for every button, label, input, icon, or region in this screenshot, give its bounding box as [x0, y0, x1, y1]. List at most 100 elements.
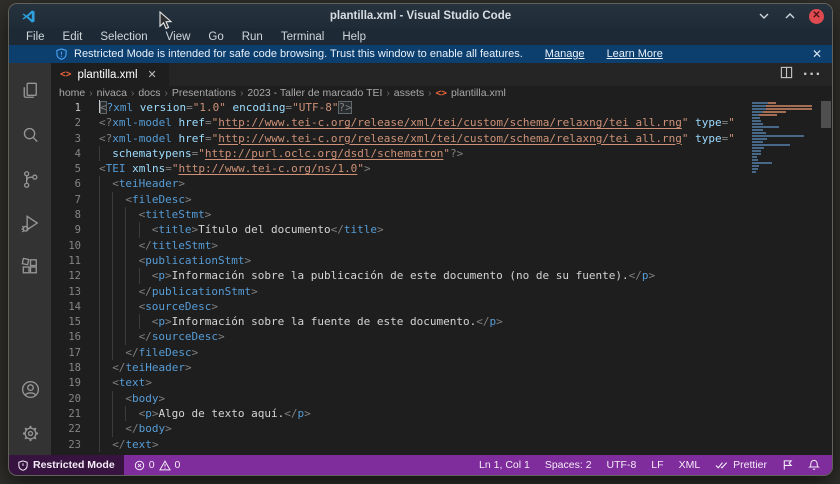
- line-number: 24: [51, 453, 81, 455]
- indent-guide: [125, 284, 138, 299]
- code-line-9[interactable]: 9<title>Título del documento</title>: [51, 222, 814, 237]
- code-line-3[interactable]: 3<?xml-model href="http://www.tei-c.org/…: [51, 131, 814, 146]
- indent-guide: [99, 360, 112, 375]
- code-line-2[interactable]: 2<?xml-model href="http://www.tei-c.org/…: [51, 115, 814, 130]
- search-icon[interactable]: [9, 113, 51, 157]
- minimize-button[interactable]: [757, 9, 771, 23]
- code-line-15[interactable]: 15<p>Información sobre la fuente de este…: [51, 314, 814, 329]
- breadcrumb-item[interactable]: assets: [394, 87, 424, 99]
- restricted-mode-status[interactable]: Restricted Mode: [9, 455, 124, 475]
- split-editor-icon[interactable]: [780, 66, 793, 84]
- source-control-icon[interactable]: [9, 157, 51, 201]
- line-number: 2: [51, 116, 81, 131]
- indent-guide: [125, 406, 138, 421]
- code-line-14[interactable]: 14<sourceDesc>: [51, 299, 814, 314]
- indent-guide: [99, 238, 112, 253]
- code-line-19[interactable]: 19<text>: [51, 375, 814, 390]
- warning-count: 0: [175, 459, 181, 471]
- indent-guide: [99, 345, 112, 360]
- indent-guide: [112, 391, 125, 406]
- line-number: 10: [51, 239, 81, 254]
- indent-guide: [125, 222, 138, 237]
- code-line-17[interactable]: 17</fileDesc>: [51, 345, 814, 360]
- code-line-13[interactable]: 13</publicationStmt>: [51, 284, 814, 299]
- breadcrumb-item[interactable]: 2023 - Taller de marcado TEI: [247, 87, 382, 99]
- explorer-icon[interactable]: [9, 69, 51, 113]
- code-line-8[interactable]: 8<titleStmt>: [51, 207, 814, 222]
- indent-guide: [125, 207, 138, 222]
- close-button[interactable]: ✕: [809, 9, 824, 24]
- eol-status[interactable]: LF: [651, 459, 663, 471]
- code-line-23[interactable]: 23</text>: [51, 437, 814, 452]
- tab-plantilla-xml[interactable]: <> plantilla.xml ✕: [51, 63, 169, 86]
- indent-guide: [139, 314, 152, 329]
- more-actions-icon[interactable]: ···: [803, 66, 822, 84]
- code-editor[interactable]: 1<?xml version="1.0" encoding="UTF-8"?>2…: [51, 100, 832, 455]
- settings-gear-icon[interactable]: [9, 411, 51, 455]
- mouse-cursor: [157, 11, 173, 31]
- indentation-status[interactable]: Spaces: 2: [545, 459, 592, 471]
- scrollbar-thumb[interactable]: [821, 101, 831, 128]
- code-line-16[interactable]: 16</sourceDesc>: [51, 329, 814, 344]
- minimap[interactable]: [752, 102, 818, 174]
- chevron-right-icon: ›: [89, 88, 92, 99]
- code-line-6[interactable]: 6<teiHeader>: [51, 176, 814, 191]
- breadcrumb-item[interactable]: Presentations: [172, 87, 236, 99]
- notifications-bell-icon[interactable]: [808, 459, 820, 471]
- encoding-status[interactable]: UTF-8: [607, 459, 637, 471]
- menu-edit[interactable]: Edit: [54, 31, 92, 43]
- cursor-position-status[interactable]: Ln 1, Col 1: [479, 459, 530, 471]
- run-and-debug-icon[interactable]: [9, 201, 51, 245]
- restricted-mode-label: Restricted Mode: [33, 459, 115, 471]
- code-line-5[interactable]: 5<TEI xmlns="http://www.tei-c.org/ns/1.0…: [51, 161, 814, 176]
- code-line-4[interactable]: 4schematypens="http://purl.oclc.org/dsdl…: [51, 146, 814, 161]
- breadcrumb-item[interactable]: docs: [138, 87, 160, 99]
- code-line-18[interactable]: 18</teiHeader>: [51, 360, 814, 375]
- banner-text: Restricted Mode is intended for safe cod…: [74, 48, 523, 60]
- line-number: 20: [51, 392, 81, 407]
- code-line-24[interactable]: 24</TEI>: [51, 452, 814, 455]
- indent-guide: [99, 268, 112, 283]
- breadcrumb-item[interactable]: nivaca: [97, 87, 127, 99]
- code-line-10[interactable]: 10</titleStmt>: [51, 238, 814, 253]
- extensions-icon[interactable]: [9, 245, 51, 289]
- problems-status[interactable]: 0 0: [124, 459, 191, 471]
- learn-more-link[interactable]: Learn More: [607, 48, 663, 60]
- code-line-11[interactable]: 11<publicationStmt>: [51, 253, 814, 268]
- menu-help[interactable]: Help: [333, 31, 375, 43]
- maximize-button[interactable]: [783, 9, 797, 23]
- menu-run[interactable]: Run: [233, 31, 272, 43]
- menu-go[interactable]: Go: [199, 31, 232, 43]
- formatter-status[interactable]: Prettier: [715, 459, 767, 471]
- menu-terminal[interactable]: Terminal: [272, 31, 333, 43]
- code-line-1[interactable]: 1<?xml version="1.0" encoding="UTF-8"?>: [51, 100, 814, 115]
- indent-guide: [139, 222, 152, 237]
- menu-file[interactable]: File: [17, 31, 54, 43]
- manage-link[interactable]: Manage: [545, 48, 585, 60]
- account-icon[interactable]: [9, 367, 51, 411]
- language-status[interactable]: XML: [679, 459, 701, 471]
- indent-guide: [99, 207, 112, 222]
- breadcrumb-item[interactable]: home: [59, 87, 85, 99]
- indent-guide: [125, 253, 138, 268]
- banner-close-icon[interactable]: ✕: [812, 47, 822, 61]
- tab-close-icon[interactable]: ✕: [148, 68, 157, 81]
- code-line-12[interactable]: 12<p>Información sobre la publicación de…: [51, 268, 814, 283]
- shield-icon: [56, 48, 67, 60]
- menu-view[interactable]: View: [157, 31, 200, 43]
- code-line-22[interactable]: 22</body>: [51, 421, 814, 436]
- breadcrumb-file[interactable]: <>plantilla.xml: [435, 87, 505, 99]
- feedback-flag-icon[interactable]: [782, 459, 793, 471]
- indent-guide: [99, 437, 112, 452]
- code-line-20[interactable]: 20<body>: [51, 391, 814, 406]
- indent-guide: [99, 391, 112, 406]
- vertical-scrollbar[interactable]: [820, 100, 832, 455]
- code-line-7[interactable]: 7<fileDesc>: [51, 192, 814, 207]
- code-line-21[interactable]: 21<p>Algo de texto aquí.</p>: [51, 406, 814, 421]
- line-number: 7: [51, 193, 81, 208]
- indent-guide: [112, 268, 125, 283]
- line-number: 6: [51, 177, 81, 192]
- chevron-right-icon: ›: [386, 88, 389, 99]
- indent-guide: [99, 253, 112, 268]
- menu-selection[interactable]: Selection: [91, 31, 156, 43]
